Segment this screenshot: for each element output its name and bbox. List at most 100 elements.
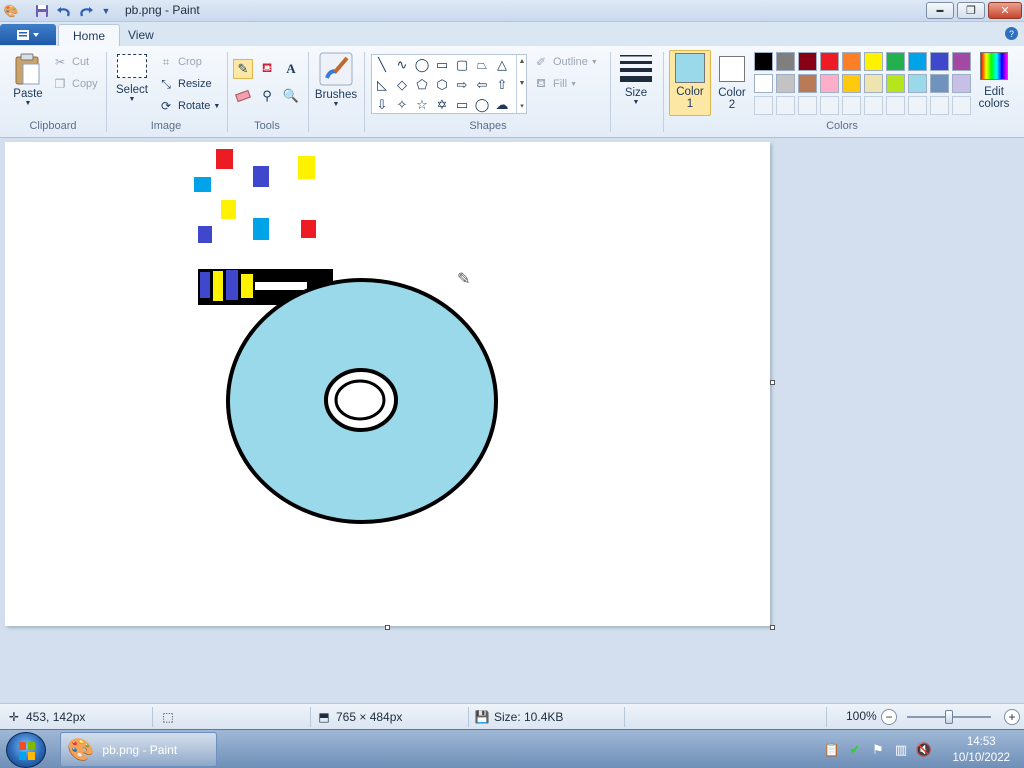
resize-button[interactable]: ⤡ Resize [158, 76, 211, 92]
palette-swatch[interactable] [776, 74, 795, 93]
shapes-scrollbar[interactable]: ▲ ▼ ▾ [516, 55, 527, 113]
undo-icon[interactable] [56, 3, 72, 19]
custom-color-slot[interactable] [754, 96, 773, 115]
zoom-slider-thumb[interactable] [945, 710, 953, 724]
scroll-down-icon[interactable]: ▼ [519, 80, 526, 87]
paste-button[interactable]: Paste ▼ [8, 52, 48, 107]
pencil-tool[interactable]: ✎ [233, 59, 253, 79]
cloud-callout-shape-icon[interactable]: ☁ [492, 95, 512, 114]
palette-swatch[interactable] [908, 52, 927, 71]
select-button[interactable]: Select ▼ [112, 54, 152, 103]
outline-button[interactable]: ✐ Outline ▼ [533, 54, 598, 70]
rotate-button[interactable]: ⟳ Rotate ▼ [158, 98, 220, 114]
gallery-expand-icon[interactable]: ▾ [520, 102, 524, 110]
save-icon[interactable] [34, 3, 50, 19]
color-picker-tool[interactable]: ⚲ [257, 86, 277, 106]
copy-button[interactable]: ❐ Copy [52, 76, 98, 92]
brushes-button[interactable]: Brushes ▼ [314, 52, 358, 108]
palette-swatch[interactable] [864, 52, 883, 71]
size-button[interactable]: Size ▼ [616, 52, 656, 106]
crop-button[interactable]: ⌗ Crop [158, 54, 202, 70]
action-center-flag-icon[interactable]: ⚑ [870, 742, 886, 758]
cut-button[interactable]: ✂ Cut [52, 54, 89, 70]
close-button[interactable]: ✕ [988, 2, 1022, 19]
six-point-star-shape-icon[interactable]: ✡ [432, 95, 452, 114]
custom-color-slot[interactable] [776, 96, 795, 115]
rounded-callout-shape-icon[interactable]: ▭ [452, 95, 472, 114]
paint-menu-button[interactable] [0, 24, 56, 45]
tab-view[interactable]: View [114, 24, 168, 46]
resize-handle-bottom[interactable] [385, 625, 390, 630]
scroll-up-icon[interactable]: ▲ [519, 58, 526, 65]
zoom-out-button[interactable]: − [881, 709, 897, 725]
rectangle-shape-icon[interactable]: ▭ [432, 55, 452, 74]
pentagon-shape-icon[interactable]: ⬠ [412, 75, 432, 94]
right-triangle-shape-icon[interactable]: ◺ [372, 75, 392, 94]
palette-swatch[interactable] [864, 74, 883, 93]
hexagon-shape-icon[interactable]: ⬡ [432, 75, 452, 94]
custom-color-slot[interactable] [886, 96, 905, 115]
left-arrow-shape-icon[interactable]: ⇦ [472, 75, 492, 94]
up-arrow-shape-icon[interactable]: ⇧ [492, 75, 512, 94]
palette-swatch[interactable] [754, 74, 773, 93]
drawing-canvas[interactable]: ✎ [5, 142, 775, 630]
palette-swatch[interactable] [798, 74, 817, 93]
five-point-star-shape-icon[interactable]: ☆ [412, 95, 432, 114]
text-tool[interactable]: A [281, 59, 301, 79]
fill-button[interactable]: ⛾ Fill ▼ [533, 76, 577, 92]
palette-swatch[interactable] [930, 52, 949, 71]
line-shape-icon[interactable]: ╲ [372, 55, 392, 74]
palette-swatch[interactable] [820, 74, 839, 93]
custom-color-slot[interactable] [908, 96, 927, 115]
palette-swatch[interactable] [798, 52, 817, 71]
oval-callout-shape-icon[interactable]: ◯ [472, 95, 492, 114]
palette-swatch[interactable] [952, 52, 971, 71]
tab-home[interactable]: Home [58, 24, 121, 46]
minimize-button[interactable]: ▬ [926, 2, 954, 19]
custom-color-slot[interactable] [820, 96, 839, 115]
down-arrow-shape-icon[interactable]: ⇩ [372, 95, 392, 114]
polygon-shape-icon[interactable]: ⏢ [472, 55, 492, 74]
custom-color-slot[interactable] [952, 96, 971, 115]
color1-button[interactable]: Color 1 [669, 50, 711, 116]
taskbar-paint-button[interactable]: 🎨 pb.png - Paint [60, 732, 217, 767]
customize-quick-access-icon[interactable]: ▼ [98, 3, 114, 19]
diamond-shape-icon[interactable]: ◇ [392, 75, 412, 94]
custom-color-slot[interactable] [864, 96, 883, 115]
palette-swatch[interactable] [908, 74, 927, 93]
clock[interactable]: 14:53 10/10/2022 [952, 734, 1010, 766]
zoom-in-button[interactable]: + [1004, 709, 1020, 725]
start-button[interactable] [6, 732, 46, 768]
curve-shape-icon[interactable]: ∿ [392, 55, 412, 74]
custom-color-slot[interactable] [842, 96, 861, 115]
edit-colors-button[interactable]: Edit colors [974, 52, 1014, 110]
palette-swatch[interactable] [776, 52, 795, 71]
palette-swatch[interactable] [886, 52, 905, 71]
resize-handle-corner[interactable] [770, 625, 775, 630]
custom-color-slot[interactable] [798, 96, 817, 115]
rounded-rectangle-shape-icon[interactable]: ▢ [452, 55, 472, 74]
triangle-shape-icon[interactable]: △ [492, 55, 512, 74]
volume-muted-icon[interactable]: 🔇 [916, 742, 932, 758]
palette-swatch[interactable] [842, 74, 861, 93]
paint-menu-icon[interactable]: 🎨 [3, 3, 19, 19]
help-icon[interactable]: ? [1005, 27, 1018, 40]
right-arrow-shape-icon[interactable]: ⇨ [452, 75, 472, 94]
four-point-star-shape-icon[interactable]: ✧ [392, 95, 412, 114]
redo-icon[interactable] [78, 3, 94, 19]
resize-handle-right[interactable] [770, 380, 775, 385]
palette-swatch[interactable] [842, 52, 861, 71]
zoom-slider[interactable] [907, 710, 991, 724]
eraser-tool[interactable] [233, 86, 253, 106]
maximize-button[interactable]: ❐ [957, 2, 985, 19]
palette-swatch[interactable] [820, 52, 839, 71]
clipboard-tray-icon[interactable]: 📋 [824, 742, 840, 758]
oval-shape-icon[interactable]: ◯ [412, 55, 432, 74]
palette-swatch[interactable] [930, 74, 949, 93]
palette-swatch[interactable] [886, 74, 905, 93]
palette-swatch[interactable] [754, 52, 773, 71]
fill-tool[interactable]: ⛾ [257, 59, 277, 79]
magnifier-tool[interactable]: 🔍 [281, 86, 301, 106]
custom-color-slot[interactable] [930, 96, 949, 115]
palette-swatch[interactable] [952, 74, 971, 93]
